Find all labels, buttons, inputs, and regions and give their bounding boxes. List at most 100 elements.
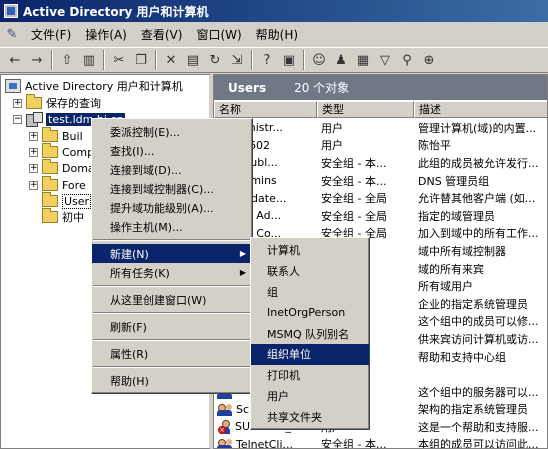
context-menu-item[interactable]: 委派控制(E)... [92, 122, 252, 141]
window-titlebar: Active Directory 用户和计算机 [0, 0, 548, 22]
console-menu-icon[interactable]: ✎ [4, 26, 20, 42]
table-row[interactable]: t Publ... 安全组 - 本... 此组的成员被允许发行... [214, 154, 547, 172]
filter-icon[interactable]: ▽ [374, 49, 396, 71]
menu-item-label: 查找(I)... [110, 144, 155, 158]
tree-item-users[interactable]: User [42, 192, 92, 209]
menu-view[interactable]: 查看(V) [134, 24, 190, 45]
find-icon[interactable]: ⚲ [396, 49, 418, 71]
back-arrow-icon[interactable]: ← [4, 49, 26, 71]
new-submenu-item[interactable]: 计算机 [251, 240, 369, 261]
new-user-icon[interactable]: ☺ [308, 49, 330, 71]
column-header-description[interactable]: 描述 [414, 101, 547, 118]
folder-icon [26, 94, 42, 109]
cell-name: TelnetCli... [214, 437, 317, 448]
menu-help[interactable]: 帮助(H) [249, 24, 305, 45]
container-header: Users 20 个对象 [214, 75, 547, 100]
new-submenu-item[interactable]: 组织单位 [251, 343, 369, 365]
new-group-icon[interactable]: ♟ [330, 49, 352, 71]
toolbar-separator [155, 50, 157, 70]
context-menu-item[interactable]: 连接到域控制器(C)... [92, 179, 252, 198]
table-row[interactable]: TelnetCli... 安全组 - 本... 本组的成员可以访问此... [214, 436, 547, 449]
new-ou-icon[interactable]: ▦ [352, 49, 374, 71]
help-icon[interactable]: ? [256, 49, 278, 71]
context-submenu-item[interactable]: 新建(N) ▶ [92, 244, 252, 263]
context-menu-item[interactable]: 从这里创建窗口(W) [92, 290, 252, 309]
expand-icon[interactable]: + [29, 131, 38, 141]
refresh-icon[interactable]: ↻ [204, 49, 226, 71]
cell-description: 这是一个帮助和支持服... [418, 420, 539, 434]
tree-root-label: Active Directory 用户和计算机 [25, 80, 183, 93]
cell-description: 加入到域中的所有工作... [418, 227, 539, 241]
context-menu-item[interactable]: 查找(I)... [92, 141, 252, 160]
cell-description: 企业的指定系统管理员 [418, 297, 528, 311]
expand-icon[interactable]: + [29, 147, 38, 157]
cell-description: 管理计算机(域)的内置... [418, 121, 537, 135]
tree-item-builtin[interactable]: + Buil [29, 127, 83, 144]
cell-type: 安全组 - 本... [321, 438, 387, 449]
cell-description: 这个组中的服务器可以... [418, 385, 539, 399]
cut-icon[interactable]: ✂ [108, 49, 130, 71]
context-menu-item[interactable]: 属性(R) [92, 344, 252, 363]
tree-item-label: Doma [62, 161, 95, 175]
context-menu-item[interactable]: 提升域功能级别(A)... [92, 198, 252, 217]
new-submenu-item[interactable]: 打印机 [251, 365, 369, 386]
toolbar-separator [303, 50, 305, 70]
expand-icon[interactable]: + [29, 180, 38, 190]
cell-description: 帮助和支持中心组 [418, 350, 506, 364]
column-header-type[interactable]: 类型 [317, 101, 414, 118]
cell-description: 本组的成员可以访问此... [418, 438, 539, 449]
menu-item-label: 所有任务(K) [110, 266, 170, 280]
column-header-name[interactable]: 名称 [214, 101, 317, 118]
table-row[interactable]: 10602用户陈怡平 [214, 137, 547, 155]
new-submenu-item[interactable]: 联系人 [251, 261, 369, 282]
expand-icon[interactable]: + [29, 163, 38, 173]
console-icon[interactable]: ▣ [278, 49, 300, 71]
context-submenu-item[interactable]: 所有任务(K) ▶ [92, 263, 252, 282]
context-menu-item[interactable]: 操作主机(M)... [92, 217, 252, 236]
expand-icon[interactable]: + [13, 98, 22, 108]
context-menu-item[interactable]: 连接到域(D)... [92, 160, 252, 179]
menu-action[interactable]: 操作(A) [78, 24, 134, 45]
copy-icon[interactable]: ❐ [130, 49, 152, 71]
up-folder-icon[interactable]: ⇧ [56, 49, 78, 71]
new-submenu-item[interactable]: 用户 [251, 386, 369, 407]
new-submenu-item[interactable]: MSMQ 队列别名 [251, 323, 369, 344]
window-title: Active Directory 用户和计算机 [23, 4, 209, 19]
menu-window[interactable]: 窗口(W) [189, 24, 248, 45]
table-row[interactable]: ain Ad... 安全组 - 全局 指定的域管理员 [214, 207, 547, 225]
show-hide-tree-icon[interactable]: ▥ [78, 49, 100, 71]
tree-item-computers[interactable]: + Comp [29, 143, 95, 160]
new-submenu-item[interactable]: 共享文件夹 [251, 406, 369, 427]
context-menu-item[interactable]: 帮助(H) [92, 371, 252, 390]
export-icon[interactable]: ⇲ [226, 49, 248, 71]
app-icon [4, 4, 18, 18]
menu-item-label: 提升域功能级别(A)... [110, 201, 214, 215]
tree-root[interactable]: Active Directory 用户和计算机 [5, 78, 183, 94]
delete-icon[interactable]: ✕ [160, 49, 182, 71]
add-to-group-icon[interactable]: ⊕ [418, 49, 440, 71]
table-row[interactable]: ministr... 用户 管理计算机(域)的内置... [214, 119, 547, 137]
tree-item-label: Comp [62, 145, 95, 159]
properties-icon[interactable]: ▤ [182, 49, 204, 71]
tree-item-saved-queries[interactable]: + 保存的查询 [13, 94, 101, 111]
menu-file[interactable]: 文件(F) [24, 24, 78, 45]
new-submenu-item[interactable]: 组 [251, 282, 369, 303]
submenu-arrow-icon: ▶ [239, 249, 246, 258]
cell-description: 供来宾访问计算机或访... [418, 332, 539, 346]
cell-description: 所有域用户 [418, 280, 473, 294]
forward-arrow-icon[interactable]: → [26, 49, 48, 71]
cell-description: 这个组中的成员可以修... [418, 315, 539, 329]
group-icon [217, 402, 233, 417]
tree-item-foreign-security[interactable]: + Fore [29, 176, 86, 193]
menu-item-label: 刷新(F) [110, 320, 147, 334]
new-submenu-item[interactable]: InetOrgPerson [251, 302, 369, 323]
tree-item-label: Fore [62, 178, 86, 192]
context-menu-item[interactable]: 刷新(F) [92, 317, 252, 336]
tree-item-ou[interactable]: 初中 [42, 208, 84, 225]
active-directory-icon [5, 79, 21, 93]
folder-icon [42, 143, 58, 158]
collapse-icon[interactable]: − [13, 114, 22, 124]
table-row[interactable]: Admins 安全组 - 本... DNS 管理员组 [214, 172, 547, 190]
tree-item-domain-controllers[interactable]: + Doma [29, 159, 95, 176]
table-row[interactable]: Update... 安全组 - 全局 允许替其他客户端 (如... [214, 189, 547, 207]
